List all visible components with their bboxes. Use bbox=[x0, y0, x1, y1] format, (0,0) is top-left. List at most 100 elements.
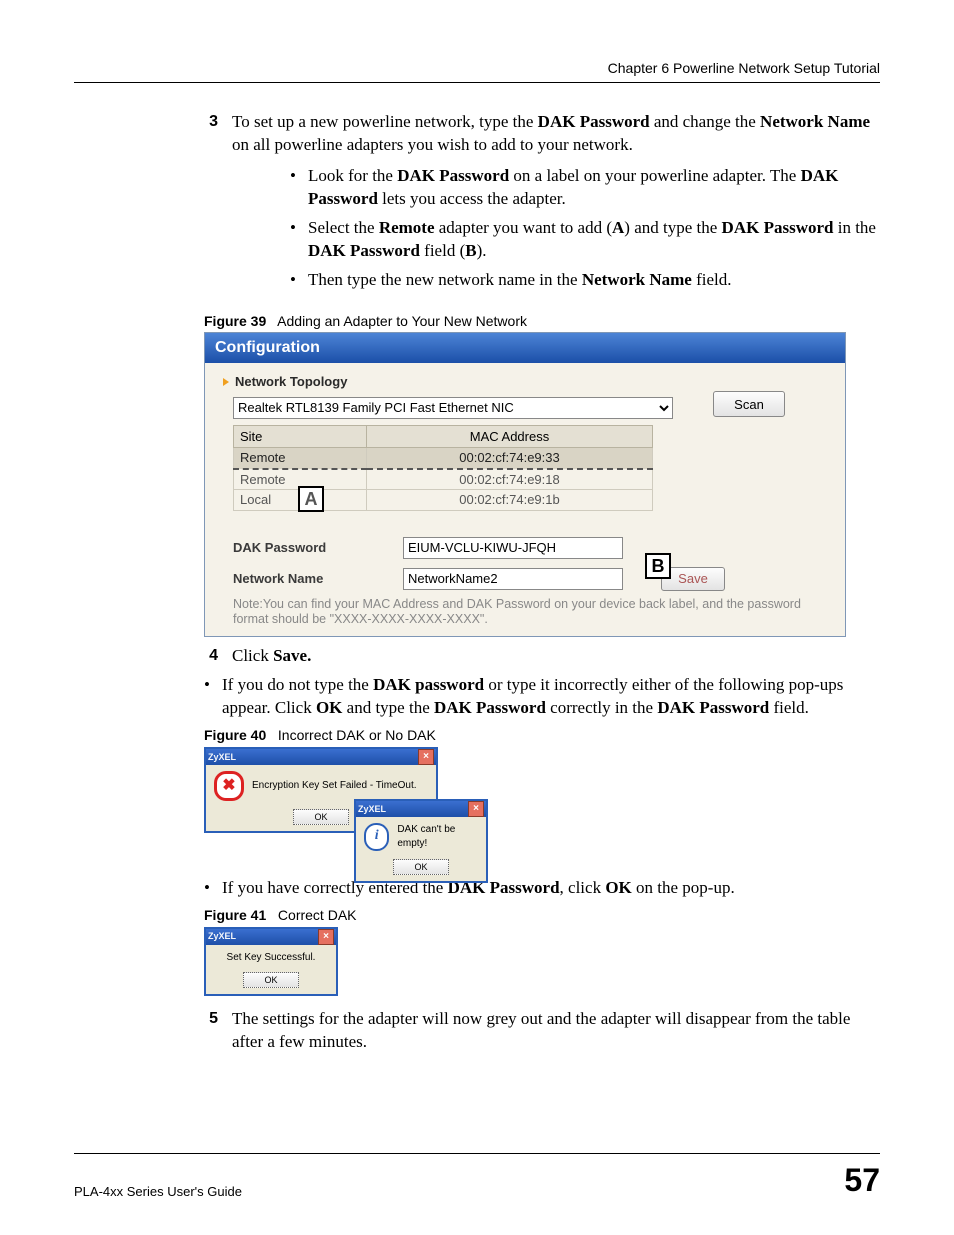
step-5: 5 The settings for the adapter will now … bbox=[204, 1008, 880, 1054]
ok-button[interactable]: OK bbox=[293, 809, 349, 825]
figure-39: Configuration Network Topology Realtek R… bbox=[204, 332, 846, 637]
mac-cell: 00:02:cf:74:e9:1b bbox=[367, 490, 653, 511]
figure-title: Incorrect DAK or No DAK bbox=[278, 727, 436, 743]
info-icon: i bbox=[364, 823, 389, 851]
text: , click bbox=[560, 878, 606, 897]
text: and change the bbox=[650, 112, 760, 131]
list-item: • Then type the new network name in the … bbox=[290, 269, 880, 292]
dialog-title: ZyXEL bbox=[208, 930, 236, 942]
page-number: 57 bbox=[844, 1162, 880, 1199]
text-bold: Remote bbox=[379, 218, 435, 237]
dialog-message: DAK can't be empty! bbox=[397, 823, 478, 850]
bullet-icon: • bbox=[290, 165, 298, 211]
step-3-body: To set up a new powerline network, type … bbox=[232, 111, 880, 306]
header-rule bbox=[74, 82, 880, 83]
nic-select[interactable]: Realtek RTL8139 Family PCI Fast Ethernet… bbox=[233, 397, 673, 419]
text: on the pop-up. bbox=[632, 878, 735, 897]
error-icon: ✖ bbox=[214, 771, 244, 801]
network-name-label: Network Name bbox=[233, 570, 403, 588]
text-bold: B bbox=[465, 241, 476, 260]
running-header: Chapter 6 Powerline Network Setup Tutori… bbox=[74, 60, 880, 82]
triangle-icon bbox=[223, 378, 229, 386]
dialog-empty-dak: ZyXEL × i DAK can't be empty! OK bbox=[354, 799, 488, 883]
network-topology-heading: Network Topology bbox=[235, 373, 347, 391]
site-cell: Remote bbox=[234, 448, 367, 469]
text: Look for the bbox=[308, 166, 397, 185]
step-3-number: 3 bbox=[204, 111, 218, 306]
step-4: 4 Click Save. bbox=[204, 645, 880, 668]
table-row[interactable]: Remote 00:02:cf:74:e9:18 bbox=[234, 469, 653, 490]
figure-40: ZyXEL × ✖ Encryption Key Set Failed - Ti… bbox=[204, 747, 474, 867]
page-footer: PLA-4xx Series User's Guide 57 bbox=[74, 1153, 880, 1199]
bullet-icon: • bbox=[204, 877, 212, 900]
figure-39-caption: Figure 39 Adding an Adapter to Your New … bbox=[204, 312, 880, 331]
config-titlebar: Configuration bbox=[205, 333, 845, 363]
text-bold: DAK Password bbox=[308, 241, 420, 260]
site-text: Local bbox=[240, 492, 271, 507]
step-5-body: The settings for the adapter will now gr… bbox=[232, 1008, 880, 1054]
list-item: • If you have correctly entered the DAK … bbox=[204, 877, 880, 900]
dialog-message: Set Key Successful. bbox=[227, 951, 316, 965]
text-bold: DAK Password bbox=[434, 698, 546, 717]
text: adapter you want to add ( bbox=[435, 218, 613, 237]
text: Select the bbox=[308, 218, 379, 237]
ok-button[interactable]: OK bbox=[393, 859, 449, 875]
text: field. bbox=[692, 270, 732, 289]
col-site: Site bbox=[234, 425, 367, 448]
text: Then type the new network name in the bbox=[308, 270, 582, 289]
text-bold: DAK Password bbox=[657, 698, 769, 717]
marker-a: A bbox=[298, 486, 324, 512]
text: lets you access the adapter. bbox=[378, 189, 566, 208]
text-bold: DAK Password bbox=[397, 166, 509, 185]
figure-40-caption: Figure 40 Incorrect DAK or No DAK bbox=[204, 726, 880, 745]
text: and type the bbox=[342, 698, 434, 717]
text: on a label on your powerline adapter. Th… bbox=[509, 166, 800, 185]
bullet-icon: • bbox=[290, 217, 298, 263]
text-bold: Network Name bbox=[760, 112, 870, 131]
figure-41: ZyXEL × Set Key Successful. OK bbox=[204, 927, 880, 997]
text: ). bbox=[477, 241, 487, 260]
text: field ( bbox=[420, 241, 465, 260]
close-icon[interactable]: × bbox=[318, 929, 334, 945]
figure-label: Figure 41 bbox=[204, 907, 266, 923]
list-item: • Select the Remote adapter you want to … bbox=[290, 217, 880, 263]
text: ) and type the bbox=[624, 218, 721, 237]
list-item: • If you do not type the DAK password or… bbox=[204, 674, 880, 720]
figure-41-caption: Figure 41 Correct DAK bbox=[204, 906, 880, 925]
table-row[interactable]: Remote 00:02:cf:74:e9:33 bbox=[234, 448, 653, 469]
list-item: • Look for the DAK Password on a label o… bbox=[290, 165, 880, 211]
adapter-table: Site MAC Address Remote 00:02:cf:74:e9:3… bbox=[233, 425, 653, 511]
text: If you do not type the bbox=[222, 675, 373, 694]
marker-b: B bbox=[645, 553, 671, 579]
figure-title: Correct DAK bbox=[278, 907, 357, 923]
text-bold: A bbox=[612, 218, 624, 237]
mac-cell: 00:02:cf:74:e9:33 bbox=[367, 448, 653, 469]
text-bold: DAK Password bbox=[722, 218, 834, 237]
mac-cell: 00:02:cf:74:e9:18 bbox=[367, 469, 653, 490]
dialog-success: ZyXEL × Set Key Successful. OK bbox=[204, 927, 338, 997]
dialog-title: ZyXEL bbox=[358, 803, 386, 815]
text: in the bbox=[833, 218, 876, 237]
bullet-icon: • bbox=[290, 269, 298, 292]
scan-button[interactable]: Scan bbox=[713, 391, 785, 417]
text: correctly in the bbox=[546, 698, 657, 717]
ok-button[interactable]: OK bbox=[243, 972, 299, 988]
figure-title: Adding an Adapter to Your New Network bbox=[277, 313, 527, 329]
col-mac: MAC Address bbox=[367, 425, 653, 448]
figure-label: Figure 39 bbox=[204, 313, 266, 329]
text: Click bbox=[232, 646, 273, 665]
network-name-input[interactable] bbox=[403, 568, 623, 590]
dak-note: Note:You can find your MAC Address and D… bbox=[233, 597, 827, 628]
figure-label: Figure 40 bbox=[204, 727, 266, 743]
step-4-number: 4 bbox=[204, 645, 218, 668]
text-bold: DAK Password bbox=[538, 112, 650, 131]
close-icon[interactable]: × bbox=[418, 749, 434, 765]
table-row[interactable]: Local A 00:02:cf:74:e9:1b bbox=[234, 490, 653, 511]
dak-password-input[interactable] bbox=[403, 537, 623, 559]
text: field. bbox=[769, 698, 809, 717]
step-3: 3 To set up a new powerline network, typ… bbox=[204, 111, 880, 306]
text: To set up a new powerline network, type … bbox=[232, 112, 538, 131]
text-bold: DAK password bbox=[373, 675, 484, 694]
text-bold: OK bbox=[605, 878, 631, 897]
close-icon[interactable]: × bbox=[468, 801, 484, 817]
